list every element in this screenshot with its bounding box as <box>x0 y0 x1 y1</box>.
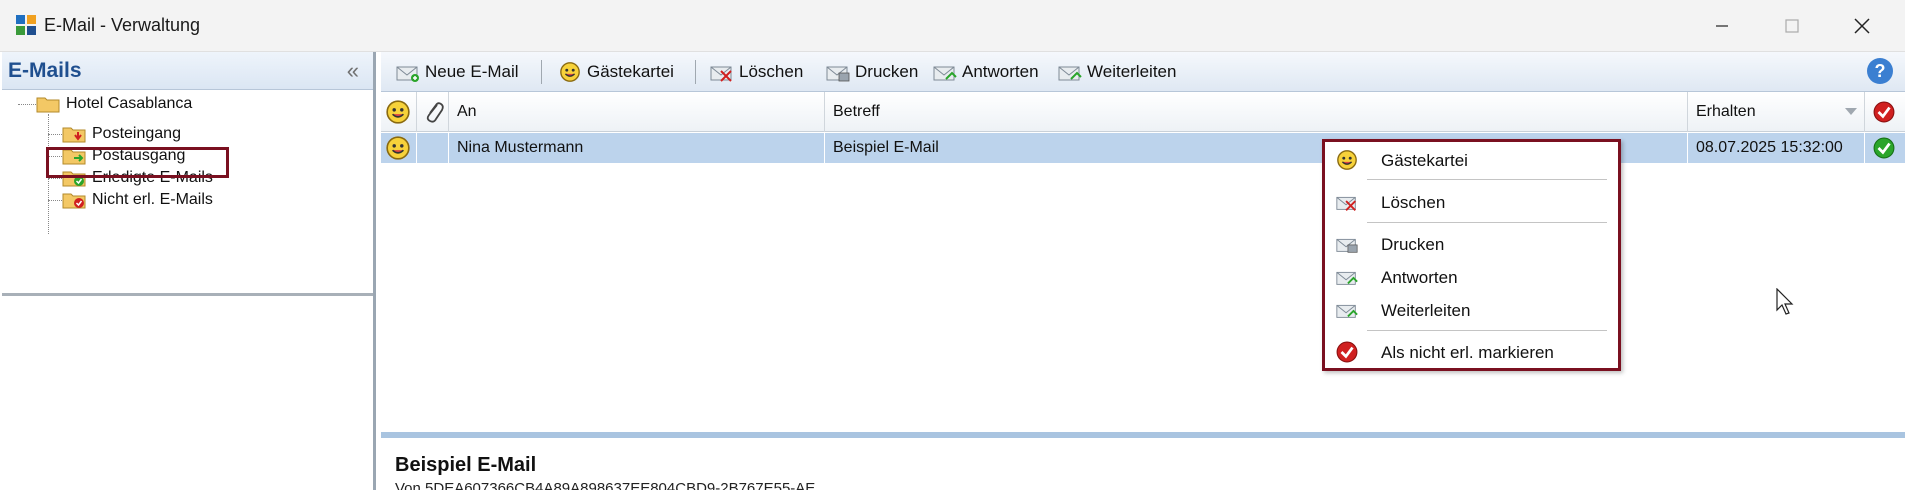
help-button[interactable]: ? <box>1867 58 1893 84</box>
toolbar-label: Antworten <box>962 62 1039 81</box>
delete-icon <box>709 61 732 82</box>
done-check-icon <box>1873 137 1895 159</box>
delete-icon <box>1335 191 1356 211</box>
print-icon <box>1335 233 1358 253</box>
folder-inbox-icon <box>62 124 86 144</box>
column-an[interactable]: An <box>449 92 825 132</box>
column-erhalten[interactable]: Erhalten <box>1688 92 1865 132</box>
mailbox-folder-icon <box>36 94 60 114</box>
title-bar: E-Mail - Verwaltung <box>0 0 1905 52</box>
ctx-item-weiterleiten[interactable]: Weiterleiten <box>1325 294 1618 326</box>
delete-button[interactable]: Löschen <box>709 60 803 84</box>
new-mail-icon <box>395 61 419 82</box>
sidebar-title: E-Mails <box>8 59 82 82</box>
ctx-item-label: Antworten <box>1381 268 1458 287</box>
maximize-icon <box>1785 19 1799 33</box>
guest-card-button[interactable]: Gästekartei <box>557 60 674 84</box>
forward-icon <box>1057 61 1082 83</box>
ctx-item-label: Löschen <box>1381 193 1446 212</box>
folder-notdone-icon <box>62 190 86 210</box>
paperclip-icon <box>426 102 444 123</box>
toolbar: Neue E-Mail Gästekartei Löschen Drucken … <box>381 52 1905 92</box>
guest-card-icon <box>385 99 411 125</box>
status-check-icon <box>1873 101 1895 123</box>
forward-icon <box>1335 299 1358 321</box>
column-betreff[interactable]: Betreff <box>825 92 1688 132</box>
toolbar-label: Drucken <box>855 62 919 81</box>
minimize-icon <box>1716 25 1728 27</box>
ctx-item-antworten[interactable]: Antworten <box>1325 261 1618 293</box>
reply-icon <box>932 61 957 83</box>
reply-button[interactable]: Antworten <box>932 60 1039 84</box>
context-menu: Gästekartei Löschen Drucken Antworten We… <box>1322 139 1621 371</box>
app-icon <box>16 15 36 35</box>
toolbar-label: Löschen <box>739 62 804 81</box>
guest-card-icon <box>385 135 411 161</box>
sidebar: E-Mails « Hotel Casablanca Posteingang P… <box>2 52 376 490</box>
preview-from: Von 5DEA607366CB4A89A898637EE804CBD9-2B7… <box>395 480 816 490</box>
ctx-item-label: Weiterleiten <box>1381 301 1471 320</box>
new-mail-button[interactable]: Neue E-Mail <box>395 60 519 84</box>
ctx-item-label: Drucken <box>1381 235 1445 254</box>
tree-root-label: Hotel Casablanca <box>66 95 193 112</box>
forward-button[interactable]: Weiterleiten <box>1057 60 1176 84</box>
ctx-item-als-nicht-erl[interactable]: Als nicht erl. markieren <box>1325 336 1618 368</box>
tree-item-posteingang[interactable]: Posteingang <box>62 123 181 145</box>
print-icon <box>825 61 850 82</box>
preview-pane: Beispiel E-Mail Von 5DEA607366CB4A89A898… <box>381 444 1905 490</box>
window-title: E-Mail - Verwaltung <box>44 15 201 35</box>
column-status[interactable] <box>1865 92 1905 132</box>
tree-item-nicht-erl[interactable]: Nicht erl. E-Mails <box>62 189 213 211</box>
table-row[interactable]: Nina Mustermann Beispiel E-Mail 08.07.20… <box>381 133 1905 163</box>
guest-card-icon <box>557 61 583 83</box>
toolbar-label: Neue E-Mail <box>425 62 519 81</box>
tree-item-label: Nicht erl. E-Mails <box>92 191 213 208</box>
folder-tree: Hotel Casablanca Posteingang Postausgang… <box>2 90 373 296</box>
column-attachment[interactable] <box>417 92 449 132</box>
ctx-item-loeschen[interactable]: Löschen <box>1325 186 1618 218</box>
preview-title: Beispiel E-Mail <box>395 454 537 476</box>
message-list: An Betreff Erhalten Nina Mustermann Beis… <box>381 92 1905 438</box>
close-icon <box>1854 18 1870 34</box>
row-an-cell: Nina Mustermann <box>449 133 825 163</box>
mouse-cursor-icon <box>1776 288 1794 315</box>
column-header-row: An Betreff Erhalten <box>381 92 1905 132</box>
tree-item-label: Posteingang <box>92 125 181 142</box>
guest-card-icon <box>1335 149 1359 171</box>
reply-icon <box>1335 266 1358 288</box>
row-guest-cell[interactable] <box>381 133 417 163</box>
print-button[interactable]: Drucken <box>825 60 918 84</box>
collapse-button[interactable]: « <box>347 58 359 84</box>
ctx-item-drucken[interactable]: Drucken <box>1325 228 1618 260</box>
sidebar-header: E-Mails « <box>2 52 373 90</box>
minimize-button[interactable] <box>1690 0 1754 52</box>
toolbar-label: Gästekartei <box>587 62 674 81</box>
sort-desc-icon <box>1845 108 1857 115</box>
ctx-item-gaestekartei[interactable]: Gästekartei <box>1325 144 1618 176</box>
column-guest[interactable] <box>381 92 417 132</box>
mark-notdone-icon <box>1335 341 1359 363</box>
row-status-cell[interactable] <box>1865 133 1905 163</box>
ctx-item-label: Als nicht erl. markieren <box>1381 343 1554 362</box>
column-erhalten-label: Erhalten <box>1696 103 1756 120</box>
tree-root-hotel[interactable]: Hotel Casablanca <box>36 93 192 115</box>
maximize-button[interactable] <box>1760 0 1824 52</box>
row-attachment-cell <box>417 133 449 163</box>
ctx-item-label: Gästekartei <box>1381 151 1468 170</box>
close-button[interactable] <box>1830 0 1894 52</box>
row-erhalten-cell: 08.07.2025 15:32:00 <box>1688 133 1865 163</box>
toolbar-label: Weiterleiten <box>1087 62 1177 81</box>
selection-highlight <box>46 147 229 178</box>
